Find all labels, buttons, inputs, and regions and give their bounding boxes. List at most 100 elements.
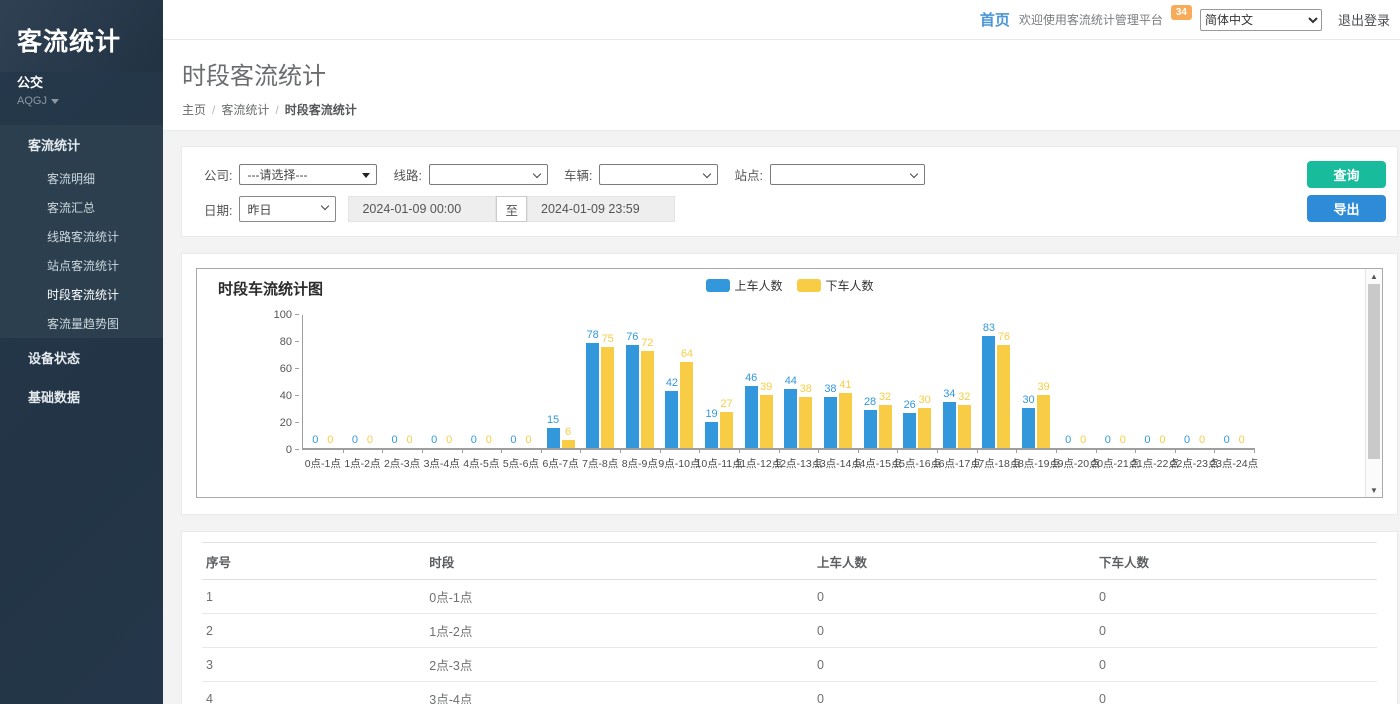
table-cell: 4	[202, 682, 425, 704]
bar-wrapper: 0	[443, 315, 456, 448]
bar[interactable]	[918, 408, 931, 449]
bar-wrapper: 0	[1077, 315, 1090, 448]
bar-wrapper: 0	[1196, 315, 1209, 448]
table-row[interactable]: 10点-1点00	[202, 580, 1377, 614]
bar-wrapper: 0	[522, 315, 535, 448]
bar[interactable]	[680, 362, 693, 448]
legend-item[interactable]: 下车人数	[797, 277, 874, 294]
logout-link[interactable]: 退出登录	[1338, 10, 1390, 29]
x-tick-label: 5点-6点	[503, 456, 539, 471]
chart-category-group: 002点-3点	[382, 315, 422, 448]
bar[interactable]	[665, 391, 678, 448]
y-tick-label: 60	[280, 363, 299, 375]
sidebar-subitem[interactable]: 客流汇总	[0, 193, 163, 222]
bar[interactable]	[601, 347, 614, 448]
bar[interactable]	[705, 422, 718, 448]
bar[interactable]	[958, 405, 971, 448]
bar[interactable]	[760, 395, 773, 448]
scroll-down-icon[interactable]: ▼	[1366, 483, 1382, 497]
bar-value-label: 0	[525, 434, 531, 446]
bar-wrapper: 28	[864, 315, 877, 448]
bar-value-label: 0	[1080, 434, 1086, 446]
chevron-down-icon	[321, 202, 329, 210]
bar[interactable]	[864, 410, 877, 448]
sidebar-subitem[interactable]: 客流量趋势图	[0, 309, 163, 338]
date-from-input[interactable]: 2024-01-09 00:00	[348, 196, 496, 222]
bar-value-label: 38	[800, 383, 812, 395]
chart-scrollbar[interactable]: ▲ ▼	[1365, 269, 1382, 497]
legend-item[interactable]: 上车人数	[705, 277, 782, 294]
language-select[interactable]: 简体中文	[1200, 9, 1322, 31]
bar[interactable]	[824, 397, 837, 448]
sidebar-item[interactable]: 客流统计	[0, 125, 163, 164]
bar[interactable]	[903, 413, 916, 448]
date-preset-select[interactable]: 昨日	[239, 196, 336, 222]
bar-value-label: 0	[510, 434, 516, 446]
table-header-cell: 时段	[425, 543, 813, 580]
bar[interactable]	[943, 402, 956, 448]
home-link[interactable]: 首页	[980, 9, 1010, 30]
chevron-down-icon	[703, 169, 711, 177]
bar[interactable]	[982, 336, 995, 448]
bar[interactable]	[720, 412, 733, 448]
bar[interactable]	[997, 345, 1010, 448]
bar-wrapper: 41	[839, 315, 852, 448]
sidebar-subitem[interactable]: 客流明细	[0, 164, 163, 193]
scrollbar-thumb[interactable]	[1368, 284, 1380, 459]
scroll-up-icon[interactable]: ▲	[1366, 269, 1382, 283]
sidebar: 客流统计 公交 AQGJ 客流统计客流明细客流汇总线路客流统计站点客流统计时段客…	[0, 0, 163, 704]
table-row[interactable]: 32点-3点00	[202, 648, 1377, 682]
table-cell: 1点-2点	[425, 614, 813, 648]
breadcrumb-item[interactable]: 客流统计	[221, 103, 269, 117]
bar-value-label: 39	[1037, 381, 1049, 393]
bar[interactable]	[839, 393, 852, 448]
vehicle-select[interactable]	[599, 164, 718, 185]
line-label: 线路:	[393, 165, 421, 184]
company-select[interactable]: ---请选择---	[239, 164, 377, 185]
bar[interactable]	[745, 386, 758, 448]
bar[interactable]	[1037, 395, 1050, 448]
date-to-input[interactable]: 2024-01-09 23:59	[527, 196, 675, 222]
sidebar-item[interactable]: 基础数据	[0, 377, 163, 416]
breadcrumb-item[interactable]: 主页	[182, 103, 206, 117]
query-button[interactable]: 查询	[1307, 161, 1386, 188]
bar[interactable]	[879, 405, 892, 448]
bar-wrapper: 0	[507, 315, 520, 448]
bar[interactable]	[784, 389, 797, 448]
bar-wrapper: 75	[601, 315, 614, 448]
app-logo: 客流统计	[0, 0, 163, 72]
table-row[interactable]: 43点-4点00	[202, 682, 1377, 704]
bar[interactable]	[641, 351, 654, 448]
x-tick-label: 9点-10点	[658, 456, 700, 471]
y-tick-label: 20	[280, 417, 299, 429]
bar-value-label: 0	[1184, 434, 1190, 446]
chart-category-group: 837617点-18点	[977, 315, 1017, 448]
station-select[interactable]	[770, 164, 925, 185]
sidebar-subitem[interactable]: 站点客流统计	[0, 251, 163, 280]
bar-wrapper: 83	[982, 315, 995, 448]
sidebar-subitem[interactable]: 时段客流统计	[0, 280, 163, 309]
bar-value-label: 41	[839, 379, 851, 391]
bar[interactable]	[799, 397, 812, 448]
table-row[interactable]: 21点-2点00	[202, 614, 1377, 648]
line-select[interactable]	[429, 164, 548, 185]
bar-value-label: 78	[587, 329, 599, 341]
chart-category-group: 78757点-8点	[580, 315, 620, 448]
bar-wrapper: 0	[1101, 315, 1114, 448]
bar[interactable]	[586, 343, 599, 448]
bar[interactable]	[1022, 408, 1035, 449]
export-button[interactable]: 导出	[1307, 195, 1386, 222]
table-cell: 3点-4点	[425, 682, 813, 704]
sidebar-subitem[interactable]: 线路客流统计	[0, 222, 163, 251]
bar[interactable]	[562, 440, 575, 448]
bar-value-label: 0	[407, 434, 413, 446]
sidebar-item[interactable]: 设备状态	[0, 338, 163, 377]
bar-value-label: 46	[745, 372, 757, 384]
bar[interactable]	[547, 428, 560, 448]
table-cell: 0	[1095, 580, 1377, 614]
bar-value-label: 0	[367, 434, 373, 446]
bar[interactable]	[626, 345, 639, 448]
bar-wrapper: 34	[943, 315, 956, 448]
company-code-dropdown[interactable]: AQGJ	[17, 95, 163, 107]
chart-category-group: 263015点-16点	[897, 315, 937, 448]
